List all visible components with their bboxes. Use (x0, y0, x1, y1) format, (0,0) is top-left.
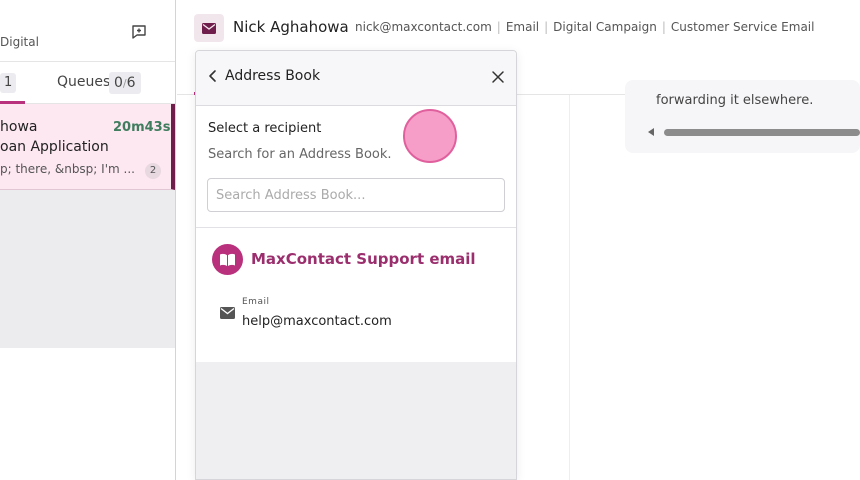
new-message-icon[interactable] (131, 24, 147, 40)
queues-total: 6 (126, 75, 136, 91)
contact-campaign: Digital Campaign (553, 20, 657, 34)
contact-email: nick@maxcontact.com (355, 20, 492, 34)
chevron-left-icon[interactable] (206, 69, 220, 83)
envelope-icon (202, 22, 216, 34)
select-recipient-label: Select a recipient (208, 121, 322, 136)
email-field-value[interactable]: help@maxcontact.com (242, 314, 392, 329)
unread-badge: 2 (145, 163, 161, 179)
divider (196, 227, 516, 228)
select-recipient-hint: Search for an Address Book. (208, 147, 392, 162)
channel-icon-box (194, 14, 224, 42)
channel-label: Digital (0, 35, 39, 49)
address-book-search-input[interactable] (207, 178, 505, 212)
conversation-timer: 20m43s (113, 120, 171, 135)
email-body-text: forwarding it elsewhere. (656, 93, 814, 108)
conversation-subject: oan Application (0, 139, 109, 155)
tab-queues-count[interactable]: 0/6 (109, 72, 141, 94)
conversation-contact-name: howa (0, 119, 38, 135)
horizontal-scrollbar-thumb[interactable] (664, 129, 860, 136)
contact-channel: Email (505, 20, 540, 34)
queues-current: 0 (114, 75, 123, 91)
address-book-header: Address Book (196, 51, 516, 106)
conversation-list-empty-area (0, 190, 175, 348)
address-book-panel: Address Book Select a recipient Search f… (195, 50, 517, 480)
address-book-entry-name[interactable]: MaxContact Support email (251, 250, 476, 268)
email-message-card: forwarding it elsewhere. (625, 80, 860, 153)
meta-divider: | (661, 20, 666, 34)
address-book-empty-area (196, 362, 516, 479)
tab-my-conversations-count[interactable]: 1 (0, 73, 17, 93)
click-indicator (403, 109, 457, 163)
address-book-entry-icon[interactable] (212, 244, 243, 275)
tab-queues[interactable]: Queues (57, 74, 110, 90)
sidebar-tabs: 1 Queues 0/6 (0, 62, 175, 104)
address-book-title: Address Book (225, 68, 321, 84)
contact-meta: nick@maxcontact.com | Email | Digital Campai… (355, 20, 814, 34)
conversation-sidebar: Digital 1 Queues 0/6 howa 20m43s oan App… (0, 0, 176, 480)
open-book-icon (220, 253, 235, 266)
scroll-left-arrow-icon[interactable] (648, 128, 654, 136)
meta-divider: | (496, 20, 501, 34)
email-field-label: Email (242, 297, 270, 307)
conversation-preview: p; there, &nbsp; I'm ... (0, 162, 135, 176)
contact-queue: Customer Service Email (670, 20, 815, 34)
close-icon[interactable] (491, 70, 505, 84)
conversation-item[interactable]: howa 20m43s oan Application p; there, &n… (0, 104, 175, 190)
contact-name: Nick Aghahowa (233, 18, 349, 36)
mail-icon (220, 307, 235, 319)
sidebar-header: Digital (0, 0, 175, 62)
meta-divider: | (544, 20, 549, 34)
